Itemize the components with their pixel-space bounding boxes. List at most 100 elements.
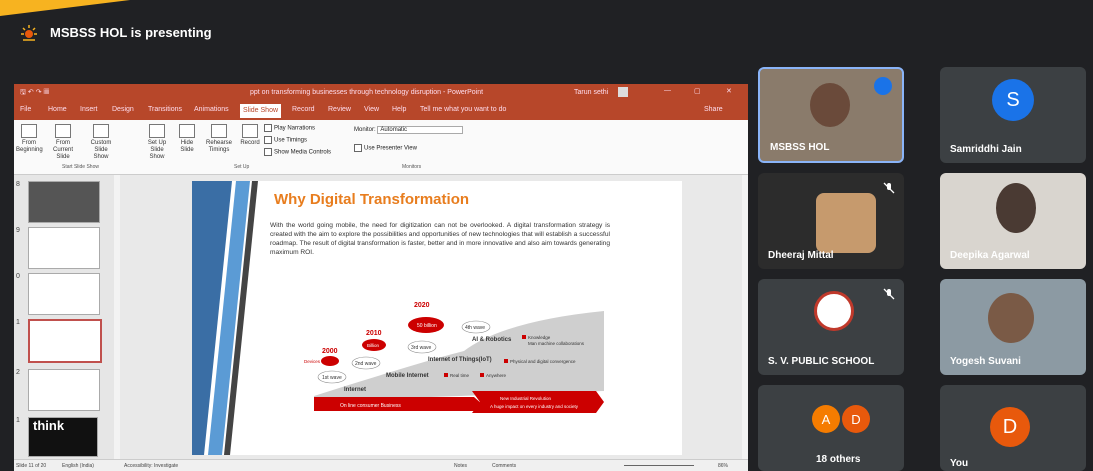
participant-tile[interactable]: Yogesh Suvani: [940, 279, 1086, 375]
wave-4: 4th wave: [465, 325, 485, 331]
setup-show-label: Set Up Slide Show: [147, 140, 167, 160]
participant-avatar: S: [992, 79, 1034, 121]
from-current-icon: [55, 124, 71, 138]
participant-avatar: D: [842, 405, 870, 433]
minimize-icon[interactable]: —: [664, 87, 671, 94]
menu-view[interactable]: View: [364, 106, 379, 113]
custom-show-button[interactable]: Custom Slide Show: [86, 124, 116, 161]
hide-slide-button[interactable]: Hide Slide: [176, 124, 198, 154]
current-slide: Why Digital Transformation With the worl…: [192, 181, 682, 455]
bottom-right-label-1: New Industrial Revolution: [500, 396, 552, 401]
zoom-slider[interactable]: [624, 465, 694, 466]
custom-show-label: Custom Slide Show: [90, 140, 112, 160]
wave-1: 1st wave: [322, 375, 342, 381]
participant-tile[interactable]: Deepika Agarwal: [940, 173, 1086, 269]
menu-tell-me[interactable]: Tell me what you want to do: [420, 106, 506, 113]
from-beginning-icon: [21, 124, 37, 138]
slide-title: Why Digital Transformation: [274, 191, 470, 208]
participant-name: Dheeraj Mittal: [768, 250, 834, 261]
from-beginning-button[interactable]: From Beginning: [16, 124, 43, 154]
menu-help[interactable]: Help: [392, 106, 406, 113]
legend-physical: Physical and digital convergence: [510, 359, 576, 364]
comments-button[interactable]: Comments: [492, 463, 516, 469]
status-slide-of: Slide 11 of 20: [16, 463, 47, 469]
participant-name: Yogesh Suvani: [950, 356, 1021, 367]
speaking-indicator-icon: [874, 77, 892, 95]
slide-thumbnail[interactable]: [28, 369, 100, 411]
wave-2: 2nd wave: [355, 361, 377, 367]
participant-name: 18 others: [816, 454, 861, 465]
menu-home[interactable]: Home: [48, 106, 67, 113]
menu-record[interactable]: Record: [292, 106, 315, 113]
record-label: Record: [240, 140, 260, 146]
monitor-label: Monitor:: [354, 127, 376, 133]
monitor-select[interactable]: Automatic: [377, 126, 464, 134]
custom-show-icon: [93, 124, 109, 138]
bottom-right-label-2: A huge impact on every industry and soci…: [490, 404, 579, 409]
zoom-level[interactable]: 86%: [718, 463, 728, 469]
presenter-view-checkbox[interactable]: Use Presenter View: [354, 144, 417, 152]
legend-knowledge: Knowledge: [528, 335, 551, 340]
legend-realtime: Real time: [450, 373, 470, 378]
year-2000: 2000: [322, 348, 338, 355]
stage-internet: Internet: [344, 387, 366, 393]
ppt-status-bar: Slide 11 of 20 English (India) Accessibi…: [14, 459, 748, 471]
participant-video: [988, 293, 1034, 343]
slide-thumbnail[interactable]: [28, 273, 100, 315]
record-button[interactable]: Record: [240, 124, 260, 147]
slide-thumbnail[interactable]: [28, 181, 100, 223]
status-accessibility[interactable]: Accessibility: Investigate: [124, 463, 178, 469]
menu-slide-show[interactable]: Slide Show: [240, 104, 282, 118]
slide-thumbnail-selected[interactable]: [28, 319, 102, 363]
group-setup-label: Set Up: [234, 164, 250, 170]
participant-tile[interactable]: S Samriddhi Jain: [940, 67, 1086, 163]
rehearse-label: Rehearse Timings: [205, 140, 232, 153]
close-icon[interactable]: ✕: [726, 87, 732, 95]
bottom-left-label: On line consumer Business: [340, 403, 401, 409]
slide-thumbnail[interactable]: [28, 227, 100, 269]
from-current-button[interactable]: From Current Slide: [48, 124, 78, 161]
ppt-ribbon: From Beginning From Current Slide Custom…: [14, 120, 748, 175]
play-narrations-checkbox[interactable]: Play Narrations: [264, 124, 315, 132]
thumb-num: 1: [16, 319, 20, 326]
setup-show-icon: [149, 124, 165, 138]
notes-button[interactable]: Notes: [454, 463, 467, 469]
menu-insert[interactable]: Insert: [80, 106, 98, 113]
user-avatar-icon[interactable]: [618, 87, 628, 97]
slide-thumbnail-pane: 8 9 0 1 2 1 think: [14, 175, 114, 459]
digital-waves-figure: 2020 50 billion 2010 Billion 2000 Device…: [304, 302, 604, 413]
menu-transitions[interactable]: Transitions: [148, 106, 182, 113]
group-start-label: Start Slide Show: [62, 164, 99, 170]
presenter-logo-icon: [21, 25, 37, 41]
restore-icon[interactable]: ▢: [694, 87, 701, 95]
school-logo-icon: [814, 291, 854, 331]
participant-tile-others[interactable]: A D 18 others: [758, 385, 904, 471]
menu-review[interactable]: Review: [328, 106, 351, 113]
mic-off-icon: [883, 182, 895, 194]
meeting-top-bar: MSBSS HOL is presenting: [0, 0, 1093, 52]
show-media-checkbox[interactable]: Show Media Controls: [264, 148, 331, 156]
presenter-view-label: Use Presenter View: [364, 145, 417, 152]
rehearse-button[interactable]: Rehearse Timings: [204, 124, 234, 154]
share-button[interactable]: Share: [704, 106, 723, 113]
mic-off-icon: [883, 288, 895, 300]
setup-show-button[interactable]: Set Up Slide Show: [142, 124, 172, 161]
menu-design[interactable]: Design: [112, 106, 134, 113]
quick-access-icons[interactable]: 🖫 ↶ ↷ ▦: [20, 88, 49, 99]
year-2020: 2020: [414, 302, 430, 309]
slide-thumbnail[interactable]: think: [28, 417, 98, 457]
slide-decor-stripes: [192, 181, 258, 455]
wave-3: 3rd wave: [411, 345, 432, 351]
participant-tile[interactable]: MSBSS HOL: [758, 67, 904, 163]
participant-tile-self[interactable]: D You: [940, 385, 1086, 471]
play-narrations-label: Play Narrations: [274, 125, 316, 132]
menu-file[interactable]: File: [20, 106, 31, 113]
menu-animations[interactable]: Animations: [194, 106, 229, 113]
participant-tile[interactable]: Dheeraj Mittal: [758, 173, 904, 269]
thumb-num: 0: [16, 273, 20, 280]
use-timings-checkbox[interactable]: Use Timings: [264, 136, 307, 144]
slide-canvas: Why Digital Transformation With the worl…: [120, 175, 742, 459]
participant-avatar: A: [812, 405, 840, 433]
participant-tile[interactable]: S. V. PUBLIC SCHOOL: [758, 279, 904, 375]
status-language[interactable]: English (India): [62, 463, 94, 469]
